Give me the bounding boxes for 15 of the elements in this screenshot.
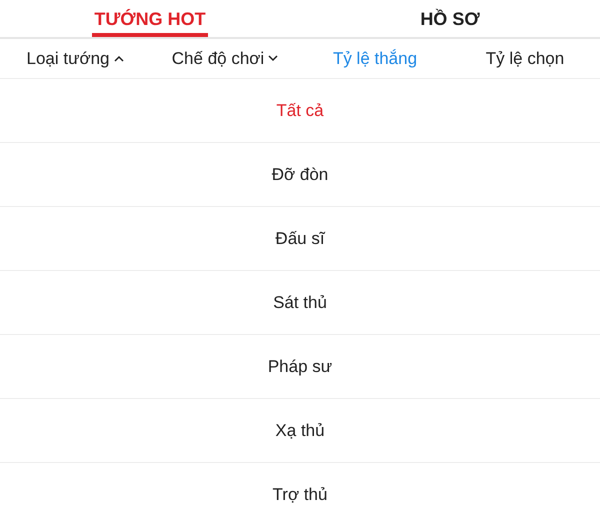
sort-option[interactable]: Chế độ chơi — [170, 46, 280, 70]
chevron-icon — [268, 55, 278, 62]
role-option[interactable]: Tất cả — [272, 96, 328, 124]
role-option[interactable]: Trợ thủ — [268, 480, 332, 507]
sort-option[interactable]: Tỷ lệ chọn — [484, 46, 566, 70]
role-option[interactable]: Sát thủ — [269, 288, 331, 316]
role-option[interactable]: Pháp sư — [264, 352, 336, 380]
role-option[interactable]: Xạ thủ — [271, 416, 329, 444]
role-option[interactable]: Đấu sĩ — [271, 224, 329, 252]
tab[interactable]: TƯỚNG HOT — [92, 0, 208, 37]
tab[interactable]: HỒ SƠ — [418, 0, 482, 37]
role-option[interactable]: Đỡ đòn — [268, 160, 332, 188]
sort-option[interactable]: Tỷ lệ thắng — [330, 46, 420, 70]
sort-option[interactable]: Loại tướng — [24, 46, 126, 70]
chevron-icon — [114, 55, 124, 62]
